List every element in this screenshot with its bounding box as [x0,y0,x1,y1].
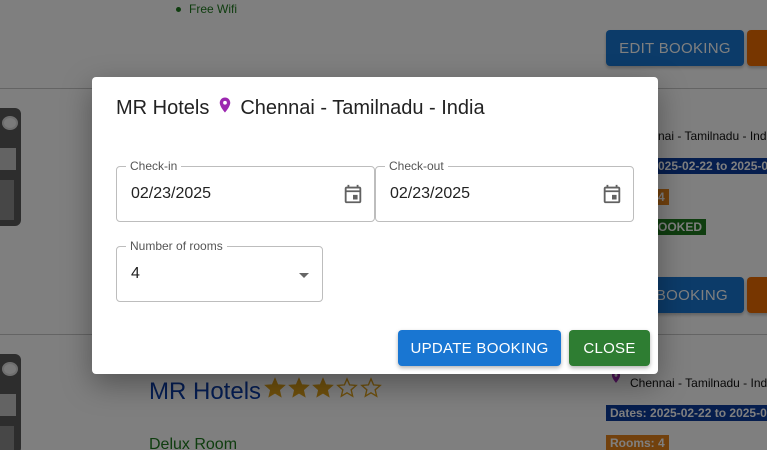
edit-booking-dialog: MR Hotels Chennai - Tamilnadu - India Ch… [92,77,658,374]
checkin-field[interactable]: Check-in 02/23/2025 [116,159,375,222]
dialog-hotel-name: MR Hotels [116,97,210,119]
checkin-label: Check-in [126,159,182,173]
update-booking-button[interactable]: UPDATE BOOKING [398,330,561,366]
rooms-value[interactable]: 4 [131,265,140,283]
location-pin-icon [220,97,231,112]
dialog-title: MR Hotels Chennai - Tamilnadu - India [116,97,485,120]
checkout-label: Check-out [385,159,448,173]
dialog-location: Chennai - Tamilnadu - India [240,97,485,119]
rooms-select[interactable]: Number of rooms 4 [116,239,323,302]
calendar-icon[interactable] [601,183,623,205]
close-button[interactable]: CLOSE [569,330,650,366]
checkout-input[interactable]: 02/23/2025 [390,185,470,203]
calendar-icon[interactable] [342,183,364,205]
dropdown-arrow-icon[interactable] [299,273,309,278]
rooms-label: Number of rooms [126,239,227,253]
checkin-input[interactable]: 02/23/2025 [131,185,211,203]
checkout-field[interactable]: Check-out 02/23/2025 [375,159,634,222]
